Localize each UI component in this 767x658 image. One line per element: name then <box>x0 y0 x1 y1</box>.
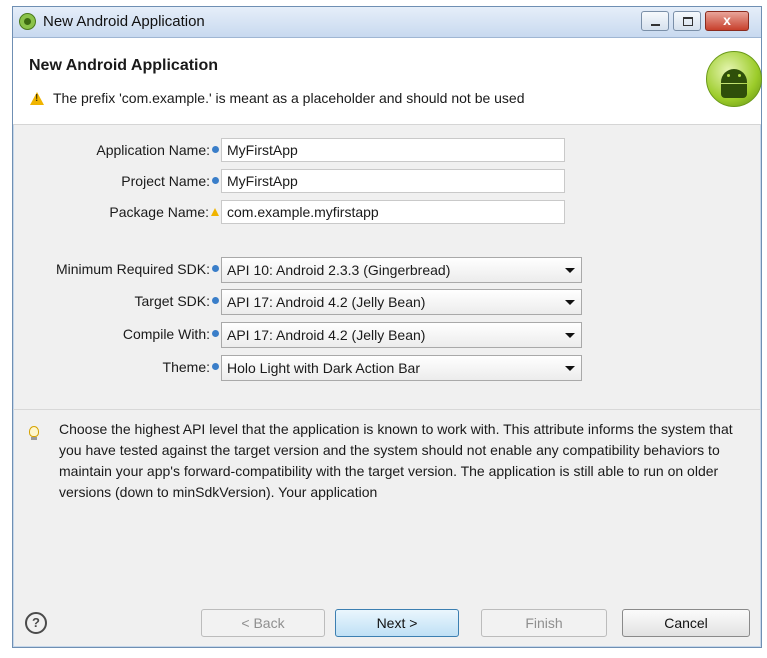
chevron-down-icon <box>565 366 575 371</box>
warning-icon <box>211 208 219 216</box>
next-button[interactable]: Next > <box>335 609 459 637</box>
compile-with-label: Compile With: <box>122 326 210 342</box>
theme-label: Theme: <box>162 359 210 375</box>
package-name-label: Package Name: <box>109 204 209 220</box>
info-icon <box>212 265 219 272</box>
divider <box>13 409 761 410</box>
finish-button[interactable]: Finish <box>481 609 607 637</box>
description-text: Choose the highest API level that the ap… <box>59 421 733 500</box>
info-icon <box>212 146 219 153</box>
page-title: New Android Application <box>29 57 219 74</box>
minimize-button[interactable] <box>641 11 669 31</box>
min-sdk-label: Minimum Required SDK: <box>55 261 210 277</box>
chevron-down-icon <box>565 333 575 338</box>
android-logo <box>706 51 762 107</box>
theme-select[interactable]: Holo Light with Dark Action Bar <box>221 355 582 381</box>
cancel-button[interactable]: Cancel <box>622 609 750 637</box>
min-sdk-select[interactable]: API 10: Android 2.3.3 (Gingerbread) <box>221 257 582 283</box>
compile-with-row: Compile With: <box>13 322 219 348</box>
application-name-input[interactable]: MyFirstApp <box>221 138 565 162</box>
window-title: New Android Application <box>43 13 205 30</box>
application-name-row: Application Name: <box>13 138 219 164</box>
project-name-label: Project Name: <box>121 173 210 189</box>
compile-with-select[interactable]: API 17: Android 4.2 (Jelly Bean) <box>221 322 582 348</box>
theme-row: Theme: <box>13 355 219 381</box>
info-icon <box>212 330 219 337</box>
target-sdk-row: Target SDK: <box>13 289 219 315</box>
wizard-header: New Android Application The prefix 'com.… <box>13 38 762 125</box>
compile-with-value: API 17: Android 4.2 (Jelly Bean) <box>227 327 426 343</box>
package-name-row: Package Name: <box>13 200 219 226</box>
min-sdk-value: API 10: Android 2.3.3 (Gingerbread) <box>227 262 451 278</box>
warning-message: The prefix 'com.example.' is meant as a … <box>53 90 525 106</box>
project-name-input[interactable]: MyFirstApp <box>221 169 565 193</box>
warning-icon <box>30 92 44 105</box>
package-name-input[interactable]: com.example.myfirstapp <box>221 200 565 224</box>
application-name-label: Application Name: <box>96 142 210 158</box>
info-icon <box>212 297 219 304</box>
target-sdk-label: Target SDK: <box>134 293 210 309</box>
close-button[interactable]: x <box>705 11 749 31</box>
target-sdk-value: API 17: Android 4.2 (Jelly Bean) <box>227 294 426 310</box>
back-button[interactable]: < Back <box>201 609 325 637</box>
theme-value: Holo Light with Dark Action Bar <box>227 360 420 376</box>
title-bar[interactable]: New Android Application x <box>13 7 761 38</box>
project-name-row: Project Name: <box>13 169 219 195</box>
min-sdk-row: Minimum Required SDK: <box>13 257 219 283</box>
maximize-button[interactable] <box>673 11 701 31</box>
info-icon <box>212 363 219 370</box>
target-sdk-select[interactable]: API 17: Android 4.2 (Jelly Bean) <box>221 289 582 315</box>
info-icon <box>212 177 219 184</box>
new-android-application-dialog: New Android Application x New Android Ap… <box>12 6 762 648</box>
help-button[interactable]: ? <box>25 612 47 634</box>
android-app-icon <box>19 13 36 30</box>
chevron-down-icon <box>565 268 575 273</box>
lightbulb-icon <box>29 426 39 440</box>
chevron-down-icon <box>565 300 575 305</box>
